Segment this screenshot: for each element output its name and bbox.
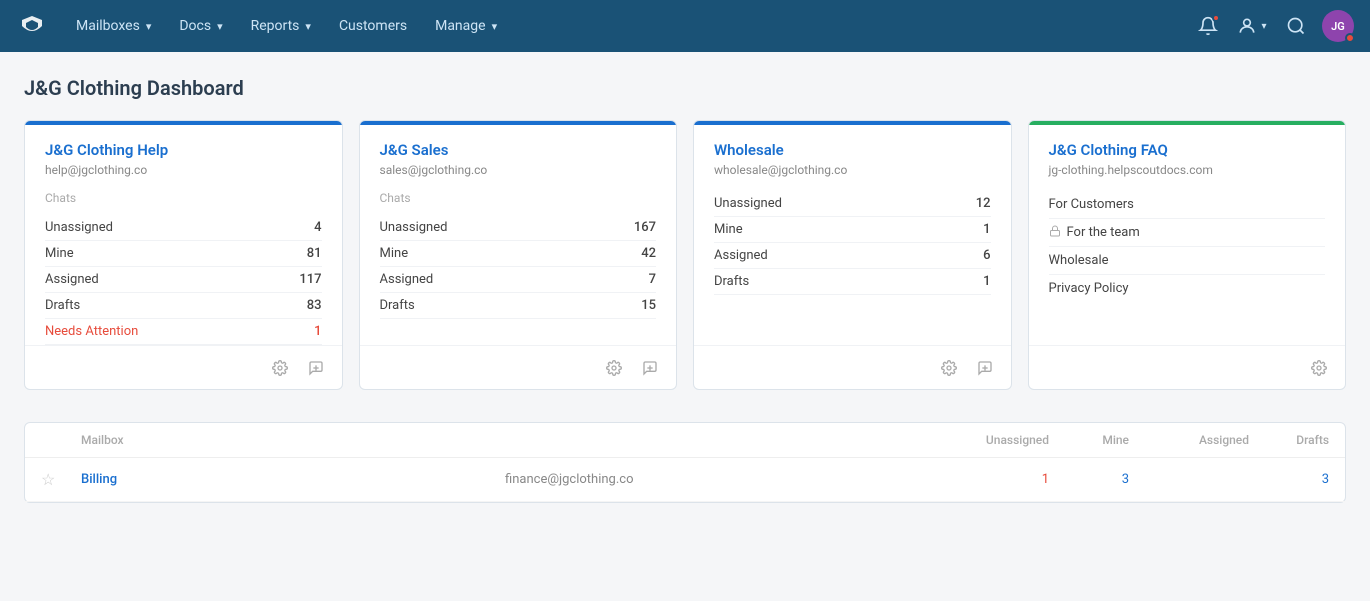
table-header-email bbox=[505, 433, 929, 447]
table-header-drafts: Drafts bbox=[1249, 433, 1329, 447]
card-section-label: Chats bbox=[380, 191, 657, 205]
nav-customers[interactable]: Customers bbox=[327, 12, 419, 40]
card-stat-row: Assigned 117 bbox=[45, 267, 322, 293]
card-stat-row: Drafts 83 bbox=[45, 293, 322, 319]
table-header-star bbox=[41, 433, 81, 447]
card-footer bbox=[25, 345, 342, 389]
card-email: help@jgclothing.co bbox=[45, 163, 322, 177]
card-footer bbox=[694, 345, 1011, 389]
chevron-down-icon: ▾ bbox=[217, 20, 223, 33]
card-jg-help: J&G Clothing Help help@jgclothing.co Cha… bbox=[24, 120, 343, 390]
card-stat-row-attention: Needs Attention 1 bbox=[45, 319, 322, 345]
mailbox-email: finance@jgclothing.co bbox=[505, 472, 929, 487]
card-email: jg-clothing.helpscoutdocs.com bbox=[1049, 163, 1326, 177]
table-header: Mailbox Unassigned Mine Assigned Drafts bbox=[25, 423, 1345, 458]
drafts-count: 3 bbox=[1249, 472, 1329, 487]
nav-mailboxes[interactable]: Mailboxes ▾ bbox=[64, 12, 163, 40]
card-email: sales@jgclothing.co bbox=[380, 163, 657, 177]
card-stat-row: Unassigned 4 bbox=[45, 215, 322, 241]
table-header-assigned: Assigned bbox=[1129, 433, 1249, 447]
card-accent bbox=[1029, 121, 1346, 125]
brand-logo[interactable] bbox=[16, 10, 48, 42]
notification-badge bbox=[1212, 14, 1220, 22]
card-new-conversation-button[interactable] bbox=[302, 354, 330, 382]
card-stat-row: Unassigned 167 bbox=[380, 215, 657, 241]
faq-link-wholesale[interactable]: Wholesale bbox=[1049, 247, 1326, 275]
card-section-label: Chats bbox=[45, 191, 322, 205]
faq-link-label: For Customers bbox=[1049, 197, 1134, 212]
avatar-initials: JG bbox=[1331, 20, 1345, 33]
chevron-down-icon: ▾ bbox=[305, 20, 311, 33]
chevron-down-icon: ▾ bbox=[1261, 21, 1266, 32]
card-settings-button[interactable] bbox=[266, 354, 294, 382]
nav-reports[interactable]: Reports ▾ bbox=[239, 12, 323, 40]
user-menu-button[interactable]: ▾ bbox=[1234, 8, 1270, 44]
table-header-mailbox: Mailbox bbox=[81, 433, 505, 447]
card-accent bbox=[25, 121, 342, 125]
card-new-conversation-button[interactable] bbox=[971, 354, 999, 382]
card-settings-button[interactable] bbox=[935, 354, 963, 382]
card-title[interactable]: Wholesale bbox=[714, 141, 991, 159]
card-wholesale: Wholesale wholesale@jgclothing.co Unassi… bbox=[693, 120, 1012, 390]
table-row: ☆ Billing finance@jgclothing.co 1 3 3 bbox=[25, 458, 1345, 502]
table-header-mine: Mine bbox=[1049, 433, 1129, 447]
page-content: J&G Clothing Dashboard J&G Clothing Help… bbox=[0, 52, 1370, 503]
search-button[interactable] bbox=[1278, 8, 1314, 44]
cards-row: J&G Clothing Help help@jgclothing.co Cha… bbox=[24, 120, 1346, 390]
nav-manage[interactable]: Manage ▾ bbox=[423, 12, 509, 40]
chevron-down-icon: ▾ bbox=[146, 20, 152, 33]
card-jg-sales: J&G Sales sales@jgclothing.co Chats Unas… bbox=[359, 120, 678, 390]
card-settings-button[interactable] bbox=[600, 354, 628, 382]
mailbox-table: Mailbox Unassigned Mine Assigned Drafts … bbox=[24, 422, 1346, 503]
card-stat-row: Mine 81 bbox=[45, 241, 322, 267]
card-jg-faq: J&G Clothing FAQ jg-clothing.helpscoutdo… bbox=[1028, 120, 1347, 390]
avatar[interactable]: JG bbox=[1322, 10, 1354, 42]
card-footer bbox=[1029, 345, 1346, 389]
faq-link-label: Privacy Policy bbox=[1049, 281, 1129, 296]
table-header-unassigned: Unassigned bbox=[929, 433, 1049, 447]
card-accent bbox=[694, 121, 1011, 125]
chevron-down-icon: ▾ bbox=[492, 20, 498, 33]
page-title: J&G Clothing Dashboard bbox=[24, 76, 1346, 100]
card-stat-row: Mine 1 bbox=[714, 217, 991, 243]
card-title[interactable]: J&G Sales bbox=[380, 141, 657, 159]
nav-docs[interactable]: Docs ▾ bbox=[167, 12, 234, 40]
card-title[interactable]: J&G Clothing Help bbox=[45, 141, 322, 159]
navbar: Mailboxes ▾ Docs ▾ Reports ▾ Customers M… bbox=[0, 0, 1370, 52]
card-stat-row: Drafts 1 bbox=[714, 269, 991, 295]
card-footer bbox=[360, 345, 677, 389]
faq-link-for-team[interactable]: For the team bbox=[1049, 219, 1326, 247]
faq-link-privacy[interactable]: Privacy Policy bbox=[1049, 275, 1326, 302]
faq-link-for-customers[interactable]: For Customers bbox=[1049, 191, 1326, 219]
card-stat-row: Assigned 6 bbox=[714, 243, 991, 269]
card-stat-row: Unassigned 12 bbox=[714, 191, 991, 217]
mine-count: 3 bbox=[1049, 472, 1129, 487]
card-email: wholesale@jgclothing.co bbox=[714, 163, 991, 177]
faq-link-label: Wholesale bbox=[1049, 253, 1109, 268]
notifications-button[interactable] bbox=[1190, 8, 1226, 44]
unassigned-count: 1 bbox=[929, 472, 1049, 487]
star-toggle[interactable]: ☆ bbox=[41, 470, 81, 489]
card-stat-row: Mine 42 bbox=[380, 241, 657, 267]
nav-right-actions: ▾ JG bbox=[1190, 8, 1354, 44]
mailbox-name[interactable]: Billing bbox=[81, 472, 505, 487]
lock-icon bbox=[1049, 225, 1061, 240]
card-stat-row: Drafts 15 bbox=[380, 293, 657, 319]
avatar-status-badge bbox=[1345, 33, 1355, 43]
card-accent bbox=[360, 121, 677, 125]
faq-link-label: For the team bbox=[1067, 225, 1140, 240]
card-settings-button[interactable] bbox=[1305, 354, 1333, 382]
card-new-conversation-button[interactable] bbox=[636, 354, 664, 382]
card-title[interactable]: J&G Clothing FAQ bbox=[1049, 141, 1326, 159]
card-stat-row: Assigned 7 bbox=[380, 267, 657, 293]
